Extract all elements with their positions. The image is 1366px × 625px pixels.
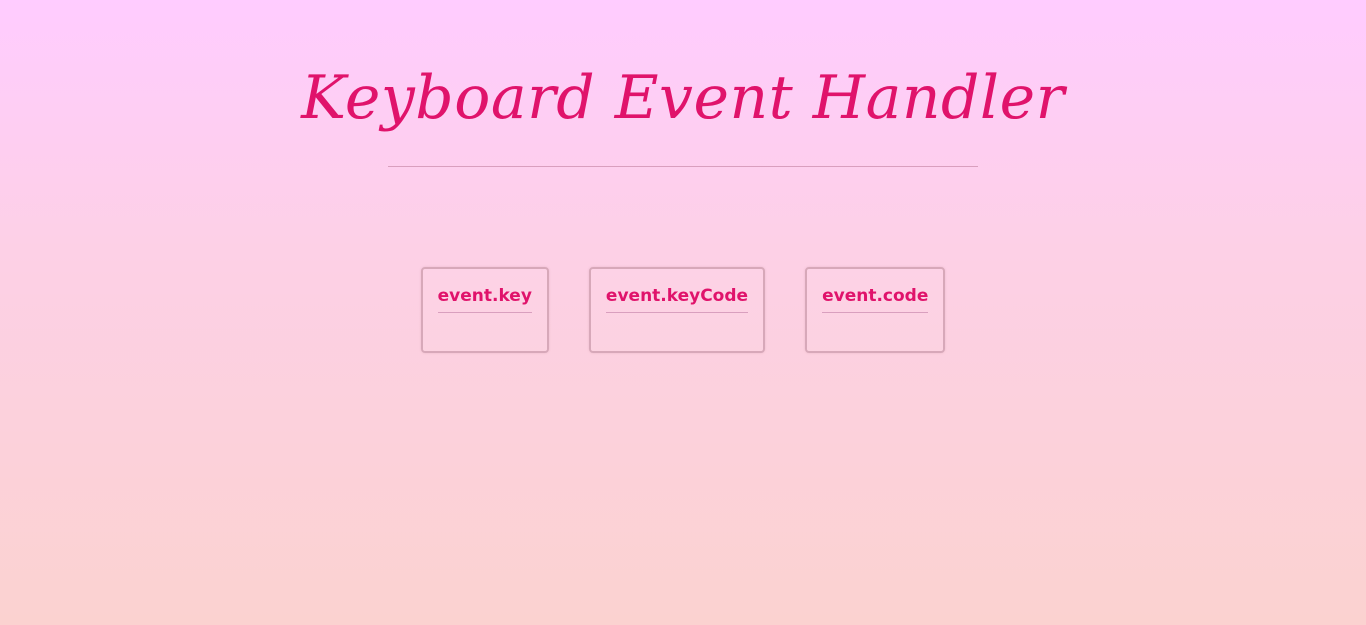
card-value [438,313,532,339]
page-title: Keyboard Event Handler [301,63,1065,133]
title-divider [388,166,978,167]
card-event-keycode: event.keyCode [588,267,766,353]
card-value [606,313,748,339]
event-cards: event.key event.keyCode event.code [0,267,1366,353]
card-value [822,313,928,339]
card-heading: event.key [437,283,532,313]
card-event-key: event.key [420,267,549,353]
card-heading: event.keyCode [605,283,749,313]
card-event-code: event.code [805,267,946,353]
card-heading: event.code [822,283,929,313]
